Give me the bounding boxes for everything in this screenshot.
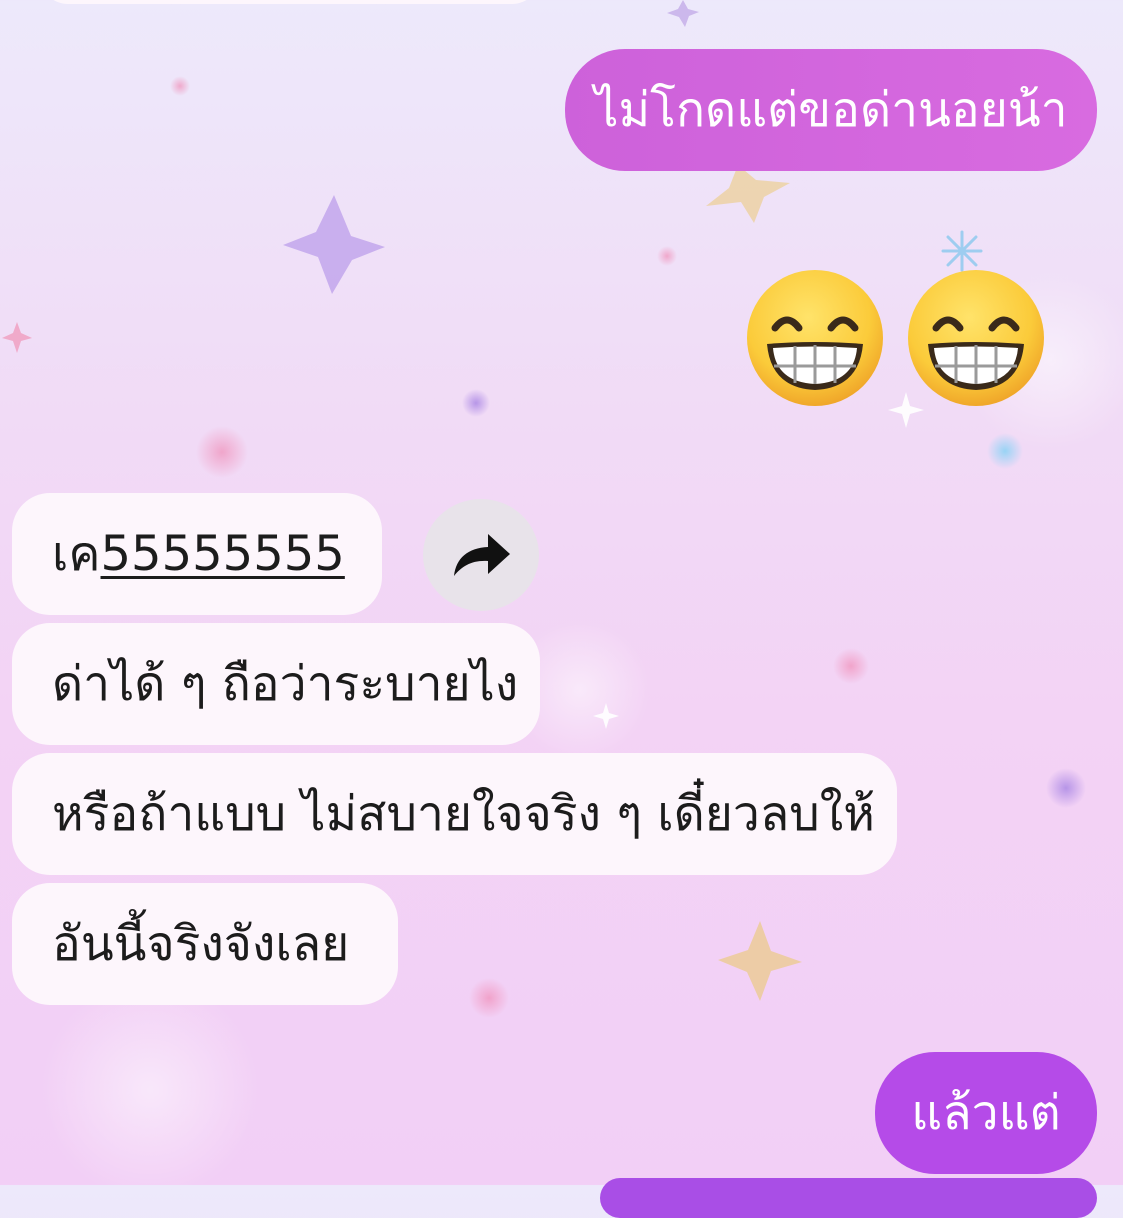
grinning-face-emoji-icon[interactable]: [743, 266, 887, 410]
incoming-message-bubble[interactable]: อันนี้จริงจังเลย: [12, 883, 398, 1005]
message-text: ด่าได้ ๆ ถือว่าระบายไง: [52, 656, 519, 712]
share-button[interactable]: [423, 499, 539, 611]
phone-number-link[interactable]: 55555555: [101, 530, 345, 578]
next-message-bubble: [600, 1178, 1097, 1218]
outgoing-message-bubble[interactable]: แล้วแต่: [875, 1052, 1097, 1174]
previous-message-bubble: [40, 0, 540, 4]
incoming-message-bubble[interactable]: หรือถ้าแบบ ไม่สบายใจจริง ๆ เดี๋ยวลบให้: [12, 753, 897, 875]
message-text: อันนี้จริงจังเลย: [52, 916, 350, 972]
incoming-message-bubble[interactable]: เค 55555555: [12, 493, 382, 615]
message-text: หรือถ้าแบบ ไม่สบายใจจริง ๆ เดี๋ยวลบให้: [52, 786, 875, 842]
message-prefix: เค: [52, 526, 101, 582]
message-text: ไม่โกดแต่ขอด่านอยน้า: [594, 82, 1068, 138]
incoming-message-bubble[interactable]: ด่าได้ ๆ ถือว่าระบายไง: [12, 623, 540, 745]
message-text: แล้วแต่: [911, 1085, 1061, 1141]
grinning-face-emoji-icon[interactable]: [904, 266, 1048, 410]
outgoing-message-bubble[interactable]: ไม่โกดแต่ขอด่านอยน้า: [565, 49, 1097, 171]
share-arrow-icon: [454, 534, 510, 576]
